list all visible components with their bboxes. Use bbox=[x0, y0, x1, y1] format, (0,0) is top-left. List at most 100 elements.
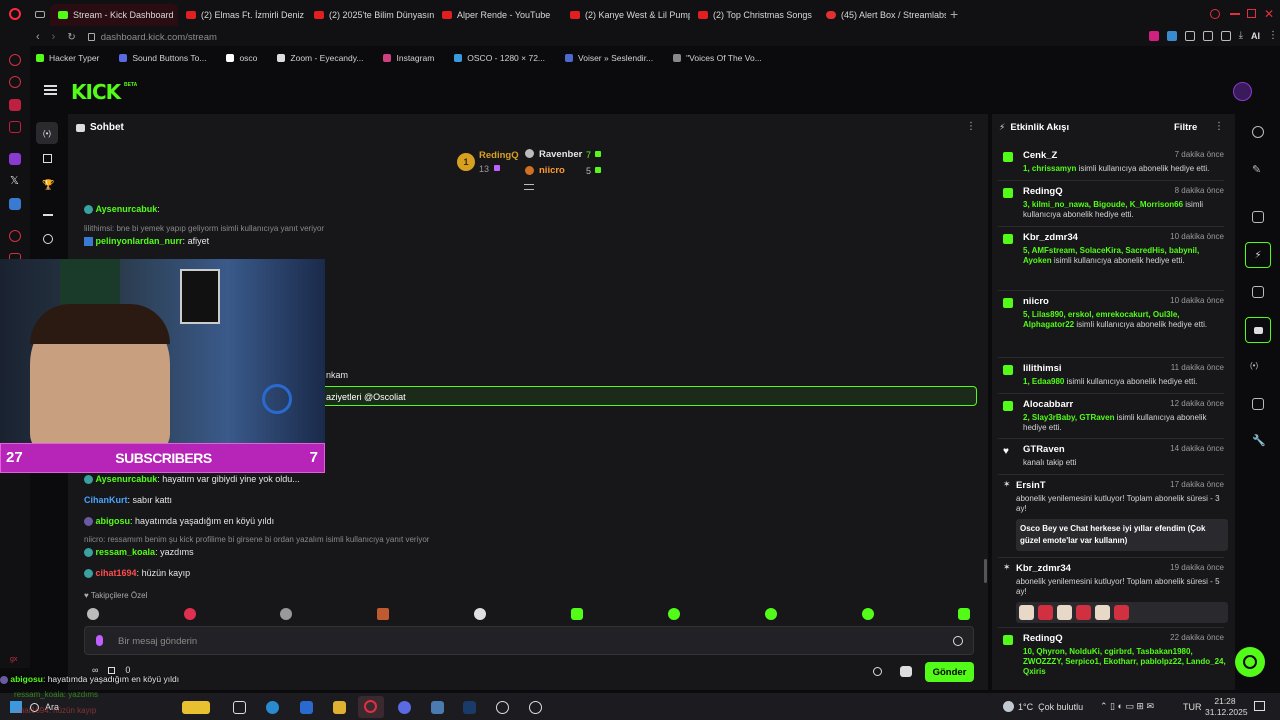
history-icon[interactable] bbox=[9, 230, 21, 242]
chat-username[interactable]: pelinyonlardan_nurr bbox=[96, 236, 183, 246]
maximize-icon[interactable] bbox=[1247, 9, 1256, 18]
microphone-icon[interactable] bbox=[96, 635, 103, 646]
emote-icon[interactable] bbox=[87, 608, 99, 620]
tab-5[interactable]: (2) Top Christmas Songs bbox=[690, 4, 818, 26]
trophy-icon[interactable]: 🏆 bbox=[42, 180, 54, 191]
ai-button[interactable]: AI bbox=[1251, 31, 1260, 41]
x-icon[interactable]: 𝕏 bbox=[10, 174, 19, 187]
chat-username[interactable]: abigosu bbox=[96, 516, 131, 526]
upload-icon[interactable] bbox=[43, 207, 53, 216]
aria-icon[interactable] bbox=[9, 54, 21, 66]
emote-icon[interactable] bbox=[377, 608, 389, 620]
emote-icon[interactable] bbox=[862, 608, 874, 620]
chat-username[interactable]: Aysenurcabuk bbox=[96, 204, 158, 214]
activity-toggle-icon[interactable]: ⚡ bbox=[1245, 242, 1271, 268]
bookmark-0[interactable]: Hacker Typer bbox=[36, 53, 99, 63]
twitch-icon[interactable] bbox=[9, 153, 21, 165]
ext-icon-3[interactable] bbox=[1184, 30, 1195, 41]
chat-menu-icon[interactable]: ⋮ bbox=[966, 121, 976, 132]
minimize-icon[interactable] bbox=[1230, 13, 1240, 15]
send-button[interactable]: Gönder bbox=[925, 662, 974, 682]
tab-3[interactable]: Alper Rende - YouTube bbox=[434, 4, 562, 26]
copy-icon[interactable] bbox=[1220, 30, 1231, 41]
bookmark-4[interactable]: Instagram bbox=[383, 53, 434, 63]
kick-logo[interactable]: KICK bbox=[71, 80, 121, 104]
chat-input[interactable]: Bir mesaj gönderin bbox=[84, 626, 974, 655]
language-indicator[interactable]: TUR bbox=[1183, 702, 1202, 712]
analytics-icon[interactable] bbox=[43, 154, 52, 163]
gifter-2-name[interactable]: Ravenber bbox=[539, 149, 582, 160]
emoji-picker-icon[interactable] bbox=[953, 636, 963, 646]
discord-icon[interactable] bbox=[398, 701, 411, 714]
opera-logo-icon[interactable] bbox=[0, 0, 30, 28]
tray-icons[interactable]: ⌃ ▯ ◐ ▭ ⊞ ✉ bbox=[1100, 701, 1154, 712]
url-field[interactable]: dashboard.kick.com/stream bbox=[101, 32, 217, 43]
menu-icon[interactable]: ⋮ bbox=[1268, 30, 1280, 41]
chat-username[interactable]: cihat1694 bbox=[96, 568, 137, 578]
tab-0[interactable]: Stream - Kick Dashboard bbox=[50, 4, 178, 26]
tab-6[interactable]: (45) Alert Box / Streamlabs bbox=[818, 4, 946, 26]
ext-icon-1[interactable] bbox=[1148, 30, 1159, 41]
app-icon[interactable] bbox=[300, 701, 313, 714]
reload-icon[interactable]: ↻ bbox=[67, 32, 75, 43]
chat-settings-icon[interactable] bbox=[873, 667, 882, 676]
tab-1[interactable]: (2) Elmas Ft. İzmirli Deniz bbox=[178, 4, 306, 26]
tab-4[interactable]: (2) Kanye West & Lil Pump bbox=[562, 4, 690, 26]
layout-icon[interactable] bbox=[1252, 398, 1264, 410]
file-explorer-icon[interactable] bbox=[333, 701, 346, 714]
emote-icon[interactable] bbox=[765, 608, 777, 620]
profile-avatar[interactable] bbox=[1233, 82, 1252, 101]
broadcast-icon[interactable]: (•) bbox=[1250, 361, 1258, 370]
gifter-3-name[interactable]: niicro bbox=[539, 165, 565, 176]
document-icon[interactable] bbox=[1252, 286, 1264, 298]
emote-icon[interactable] bbox=[280, 608, 292, 620]
widget-icon[interactable] bbox=[182, 701, 210, 714]
bookmark-3[interactable]: Zoom - Eyecandy... bbox=[277, 53, 363, 63]
new-tab-icon[interactable]: + bbox=[950, 7, 964, 21]
notification-icon[interactable] bbox=[1254, 701, 1265, 711]
camera-icon[interactable] bbox=[43, 234, 53, 244]
info-icon[interactable] bbox=[1252, 126, 1264, 138]
forward-icon[interactable]: › bbox=[52, 31, 56, 43]
close-window-icon[interactable]: ✕ bbox=[1264, 7, 1274, 21]
chat-toggle-icon[interactable] bbox=[1245, 317, 1271, 343]
bookmark-7[interactable]: "Voices Of The Vo... bbox=[673, 53, 762, 63]
bookmark-6[interactable]: Voiser » Seslendir... bbox=[565, 53, 653, 63]
app-icon[interactable] bbox=[529, 701, 542, 714]
screen-icon[interactable] bbox=[1252, 211, 1264, 223]
tab-2[interactable]: (2) 2025'te Bilim Dünyasın bbox=[306, 4, 434, 26]
download-icon[interactable]: ⤓ bbox=[1239, 30, 1243, 41]
edge-icon[interactable] bbox=[266, 701, 279, 714]
search-tabs-icon[interactable] bbox=[1210, 9, 1220, 19]
ext-icon-2[interactable] bbox=[1166, 30, 1177, 41]
emote-icon[interactable] bbox=[184, 608, 196, 620]
task-view-icon[interactable] bbox=[233, 701, 246, 714]
back-icon[interactable]: ‹ bbox=[36, 31, 40, 43]
messenger-icon[interactable] bbox=[9, 99, 21, 111]
bookmark-2[interactable]: osco bbox=[226, 53, 257, 63]
music-icon[interactable] bbox=[9, 121, 21, 133]
app-icon[interactable] bbox=[431, 701, 444, 714]
feed-menu-icon[interactable]: ⋮ bbox=[1214, 121, 1224, 132]
emote-icon[interactable] bbox=[474, 608, 486, 620]
clock[interactable]: 21:28 31.12.2025 bbox=[1205, 696, 1248, 718]
emote-icon[interactable] bbox=[668, 608, 680, 620]
speed-dial-icon[interactable] bbox=[9, 76, 21, 88]
bluesky-icon[interactable] bbox=[9, 198, 21, 210]
more-icon[interactable]: gx bbox=[10, 656, 17, 663]
expand-chevron-icon[interactable] bbox=[524, 184, 534, 190]
bookmark-1[interactable]: Sound Buttons To... bbox=[119, 53, 206, 63]
opera-taskbar-button[interactable] bbox=[358, 696, 384, 718]
tab-menu-icon[interactable] bbox=[30, 0, 50, 28]
chat-scrollbar[interactable] bbox=[984, 559, 987, 583]
obs-icon[interactable] bbox=[496, 701, 509, 714]
bookmark-5[interactable]: OSCO - 1280 × 72... bbox=[454, 53, 545, 63]
weather-text[interactable]: 1°C Çok bulutlu bbox=[1018, 702, 1083, 712]
emote-icon[interactable] bbox=[958, 608, 970, 620]
support-chat-button[interactable] bbox=[1235, 647, 1265, 677]
stream-icon[interactable]: (•) bbox=[36, 122, 58, 144]
steam-icon[interactable] bbox=[463, 701, 476, 714]
snapshot-icon[interactable] bbox=[1202, 30, 1213, 41]
chat-username[interactable]: Aysenurcabuk bbox=[96, 474, 158, 484]
wrench-icon[interactable]: 🔧 bbox=[1252, 434, 1266, 447]
